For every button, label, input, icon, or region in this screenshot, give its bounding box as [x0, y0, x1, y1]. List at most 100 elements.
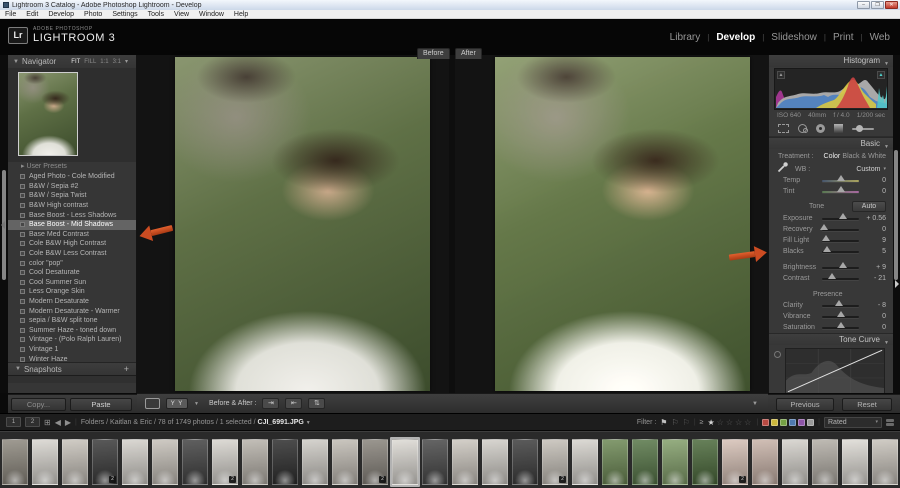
spot-removal-tool-icon[interactable]	[798, 124, 807, 133]
filmstrip-thumbnail[interactable]	[750, 437, 780, 487]
filmstrip-thumbnail[interactable]	[180, 437, 210, 487]
filmstrip-thumbnail[interactable]: 2	[210, 437, 240, 487]
preset-item[interactable]: Aged Photo - Cole Modified	[8, 172, 136, 182]
slider-track[interactable]	[822, 180, 859, 182]
preset-item[interactable]: Modern Desaturate	[8, 297, 136, 307]
preset-item[interactable]: B&W / Sepia Twist	[8, 191, 136, 201]
preset-item[interactable]: Base Med Contrast	[8, 230, 136, 240]
module-library[interactable]: Library	[670, 32, 701, 43]
slider-knob[interactable]	[835, 300, 843, 306]
filmstrip-thumbnail[interactable]	[600, 437, 630, 487]
filmstrip-thumbnail[interactable]	[840, 437, 870, 487]
star-empty-icon[interactable]: ☆	[735, 418, 743, 427]
filmstrip-thumbnail[interactable]: 2	[720, 437, 750, 487]
menu-file[interactable]: File	[0, 11, 21, 18]
filmstrip-thumbnail[interactable]	[780, 437, 810, 487]
navigator-zoom-fill[interactable]: FILL	[84, 59, 96, 65]
filmstrip-thumbnail[interactable]	[660, 437, 690, 487]
preset-item[interactable]: Cool Summer Sun	[8, 278, 136, 288]
preset-item[interactable]: Base Boost - Less Shadows	[8, 210, 136, 220]
filmstrip-thumbnail[interactable]	[480, 437, 510, 487]
menu-help[interactable]: Help	[229, 11, 253, 18]
filter-toggle-switch[interactable]	[886, 417, 894, 428]
filmstrip-thumbnail[interactable]	[390, 437, 420, 487]
red-eye-tool-icon[interactable]	[816, 124, 825, 133]
go-forward-icon[interactable]: ▶	[65, 418, 71, 427]
slider-knob[interactable]	[837, 186, 845, 192]
color-label-chip[interactable]	[771, 419, 778, 426]
color-label-chip[interactable]	[807, 419, 814, 426]
module-slideshow[interactable]: Slideshow	[771, 32, 817, 43]
targeted-adjustment-icon[interactable]	[774, 351, 781, 358]
slider-track[interactable]	[822, 191, 859, 193]
slider-knob[interactable]	[839, 262, 847, 268]
slider-knob[interactable]	[837, 175, 845, 181]
swap-before-after-button[interactable]: ⇅	[308, 398, 325, 409]
filter-preset-dropdown[interactable]: Rated▾	[824, 417, 882, 428]
right-scrollbar[interactable]	[894, 150, 898, 280]
copy-button[interactable]: Copy...	[11, 398, 66, 411]
module-develop[interactable]: Develop	[716, 32, 755, 43]
navigator-preview[interactable]	[8, 68, 136, 162]
star-filled-icon[interactable]: ★	[707, 418, 715, 427]
filmstrip-thumbnail[interactable]	[240, 437, 270, 487]
loupe-view-button[interactable]	[145, 398, 160, 409]
flag-pick-icon[interactable]: ⚑	[660, 418, 667, 427]
menu-tools[interactable]: Tools	[143, 11, 169, 18]
graduated-filter-tool-icon[interactable]	[834, 124, 843, 133]
snapshots-header[interactable]: ▼ Snapshots +	[8, 362, 136, 375]
shadow-clipping-indicator[interactable]: ▲	[777, 71, 785, 79]
treatment-bw-option[interactable]: Black & White	[842, 153, 886, 160]
crop-tool-icon[interactable]	[778, 124, 789, 133]
preset-item[interactable]: Modern Desaturate - Warmer	[8, 306, 136, 316]
toolbar-options-caret-icon[interactable]: ▼	[752, 401, 758, 407]
filmstrip-thumbnail[interactable]: 2	[90, 437, 120, 487]
menu-settings[interactable]: Settings	[107, 11, 142, 18]
navigator-zoom-1-1[interactable]: 1:1	[100, 59, 108, 65]
presets-folder-header[interactable]: ▸ User Presets	[8, 163, 136, 172]
paste-button[interactable]: Paste	[70, 398, 132, 411]
histogram-graph[interactable]: ▲ ▲	[774, 68, 888, 110]
go-back-icon[interactable]: ◀	[55, 418, 61, 427]
navigator-header[interactable]: ▼ Navigator FITFILL1:13:1▾	[8, 55, 136, 68]
slider-knob[interactable]	[823, 246, 831, 252]
filmstrip-thumbnail[interactable]	[870, 437, 900, 487]
snapshots-add-button[interactable]: +	[124, 364, 129, 374]
slider-track[interactable]	[822, 278, 859, 280]
preset-item[interactable]: B&W / Sepia #2	[8, 182, 136, 192]
minimize-button[interactable]: –	[857, 1, 870, 9]
histogram-header[interactable]: Histogram▼	[769, 55, 893, 67]
chevron-down-icon[interactable]: ▼	[194, 401, 199, 407]
preset-item[interactable]: color "pop"	[8, 258, 136, 268]
filmstrip-thumbnail[interactable]	[150, 437, 180, 487]
copy-before-to-after-button[interactable]: ⇥	[262, 398, 279, 409]
slider-knob[interactable]	[820, 224, 828, 230]
slider-track[interactable]	[822, 229, 859, 231]
filmstrip-thumbnail[interactable]	[330, 437, 360, 487]
star-empty-icon[interactable]: ☆	[726, 418, 734, 427]
menu-window[interactable]: Window	[194, 11, 229, 18]
preset-item[interactable]: Vintage - (Polo Ralph Lauren)	[8, 335, 136, 345]
filmstrip-thumbnail[interactable]	[510, 437, 540, 487]
menu-photo[interactable]: Photo	[79, 11, 107, 18]
breadcrumb[interactable]: Folders / Kaitlan & Eric / 78 of 1749 ph…	[81, 419, 311, 426]
menu-view[interactable]: View	[169, 11, 194, 18]
navigator-zoom-3-1[interactable]: 3:1	[113, 59, 121, 65]
preset-item[interactable]: B&W High contrast	[8, 201, 136, 211]
preset-item[interactable]: Cool Desaturate	[8, 268, 136, 278]
grid-view-icon[interactable]: ⊞	[44, 418, 51, 427]
flag-unflagged-icon[interactable]: ⚐	[671, 418, 678, 427]
preset-item[interactable]: Base Boost - Mid Shadows	[8, 220, 136, 230]
collapse-left-panel-icon[interactable]	[1, 221, 5, 229]
navigator-zoom-fit[interactable]: FIT	[71, 59, 80, 65]
filmstrip-thumbnail[interactable]	[30, 437, 60, 487]
maximize-button[interactable]: ❐	[871, 1, 884, 9]
preset-item[interactable]: Vintage 1	[8, 345, 136, 355]
before-after-view-button[interactable]: Y Y	[166, 398, 188, 409]
main-window-button[interactable]: 1	[6, 417, 21, 427]
preset-item[interactable]: Cole B&W High Contrast	[8, 239, 136, 249]
filmstrip-thumbnail[interactable]	[690, 437, 720, 487]
flag-reject-icon[interactable]: ⚐	[683, 418, 690, 427]
star-empty-icon[interactable]: ☆	[717, 418, 725, 427]
preset-item[interactable]: Winter Haze	[8, 354, 136, 362]
